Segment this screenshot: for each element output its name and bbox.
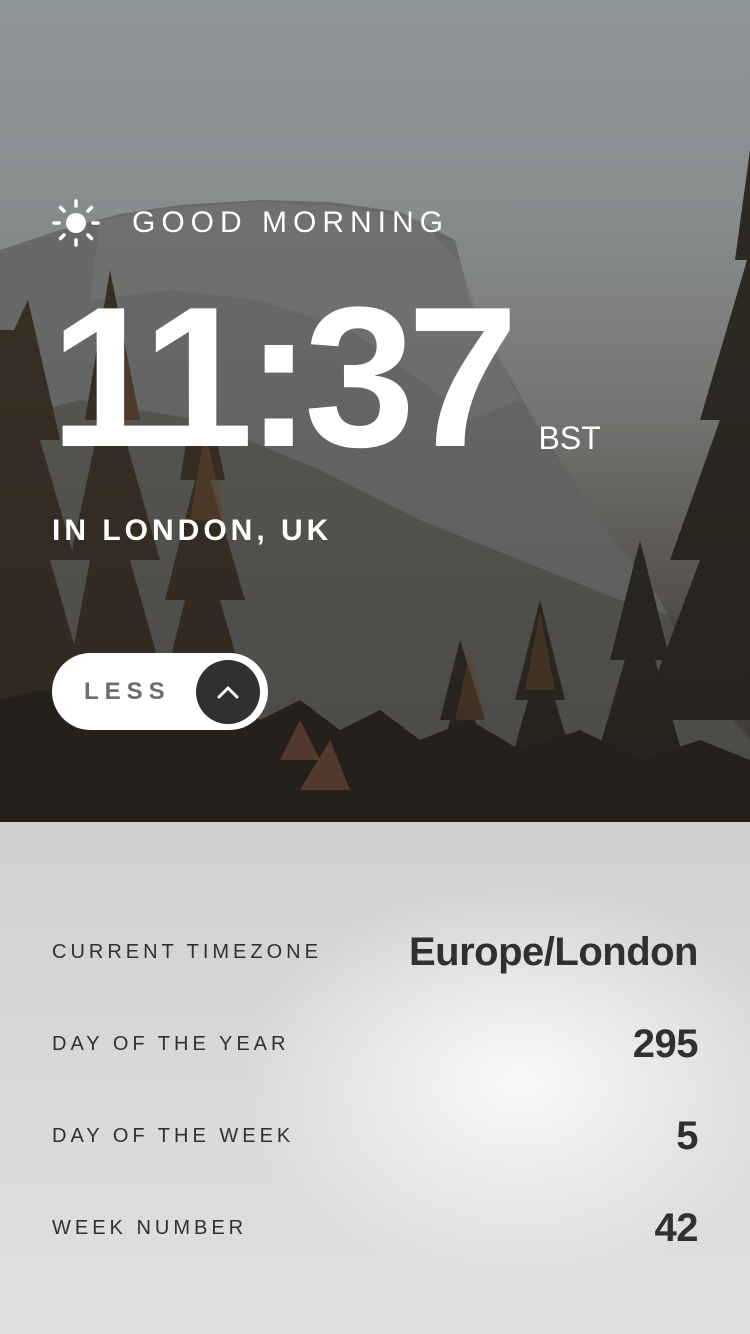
detail-value: 295 <box>632 1021 699 1066</box>
clock-time: 11:37 <box>50 266 518 489</box>
greeting-text: GOOD MORNING <box>132 206 449 239</box>
detail-label: DAY OF THE WEEK <box>52 1124 295 1147</box>
clock-timezone-abbr: BST <box>538 420 601 456</box>
detail-label: CURRENT TIMEZONE <box>52 940 322 963</box>
detail-label: DAY OF THE YEAR <box>52 1032 290 1055</box>
arrow-circle[interactable] <box>196 660 260 724</box>
details-panel: CURRENT TIMEZONE Europe/London DAY OF TH… <box>0 822 750 1334</box>
detail-value: 42 <box>654 1205 699 1250</box>
greeting: GOOD MORNING <box>52 199 449 247</box>
detail-label: WEEK NUMBER <box>52 1216 248 1239</box>
clock: 11:37 BST <box>50 278 601 478</box>
detail-row-timezone: CURRENT TIMEZONE Europe/London <box>52 922 699 982</box>
detail-value: 5 <box>676 1113 698 1158</box>
detail-row-day-of-week: DAY OF THE WEEK 5 <box>52 1106 698 1166</box>
location-text: IN LONDON, UK <box>52 514 333 547</box>
less-toggle-button[interactable]: LESS <box>52 653 268 730</box>
less-label: LESS <box>84 677 171 705</box>
chevron-up-icon <box>217 686 239 699</box>
detail-value: Europe/London <box>408 929 699 974</box>
detail-row-week-number: WEEK NUMBER 42 <box>52 1198 698 1258</box>
sun-icon <box>52 199 100 247</box>
detail-row-day-of-year: DAY OF THE YEAR 295 <box>52 1014 699 1074</box>
